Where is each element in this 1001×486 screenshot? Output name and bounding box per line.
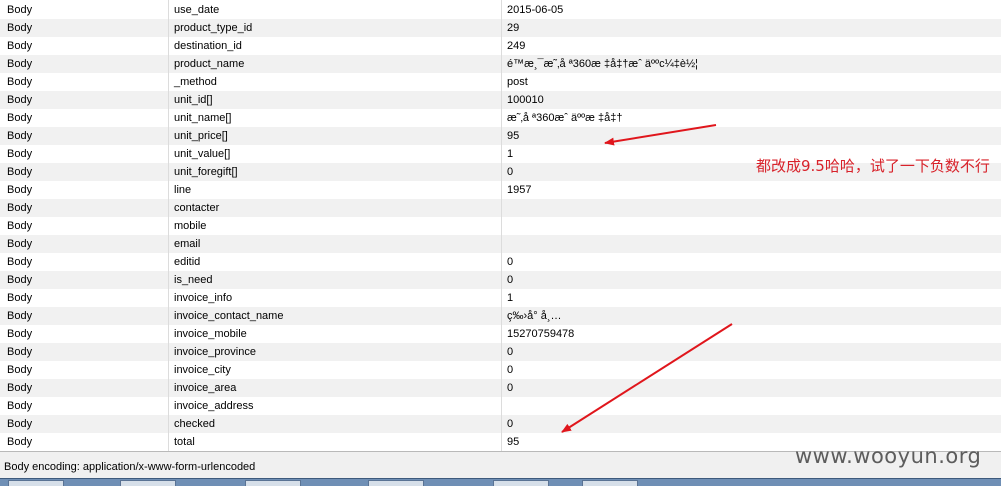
annotation-note: 都改成9.5哈哈，试了一下负数不行 — [756, 157, 990, 175]
arrow-to-total — [561, 323, 733, 433]
watermark: www.wooyun.org — [795, 444, 982, 468]
arrow-to-unit-price — [604, 124, 717, 146]
annotation-arrows — [561, 124, 733, 433]
